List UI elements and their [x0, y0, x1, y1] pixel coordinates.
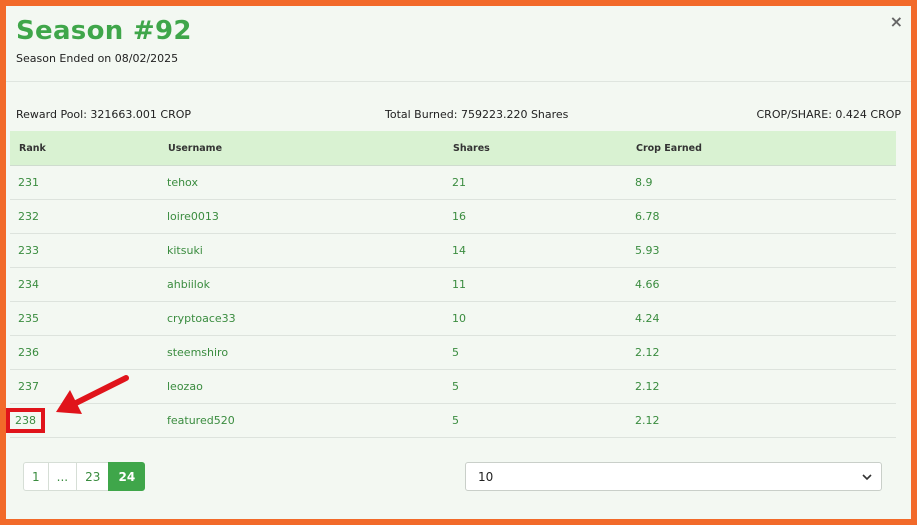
username-cell: cryptoace33 [159, 301, 444, 336]
page-23-button[interactable]: 23 [76, 462, 110, 491]
crop-earned-cell: 2.12 [627, 369, 896, 404]
highlighted-rank: 238 [6, 408, 45, 433]
rank-cell: 234 [10, 267, 159, 302]
season-summary: Reward Pool: 321663.001 CROP Total Burne… [16, 108, 901, 122]
shares-cell: 10 [444, 301, 627, 336]
username-cell: tehox [159, 165, 444, 200]
crop-earned-cell: 2.12 [627, 335, 896, 370]
crop-earned-cell: 8.9 [627, 165, 896, 200]
table-row: 231 tehox 21 8.9 [10, 165, 896, 200]
header-shares[interactable]: Shares [444, 131, 627, 166]
page-size-value: 10 [478, 469, 494, 484]
crop-earned-cell: 6.78 [627, 199, 896, 234]
rank-cell: 232 [10, 199, 159, 234]
page-24-button[interactable]: 24 [108, 462, 146, 491]
page-ellipsis: ... [47, 462, 78, 491]
table-row: 233 kitsuki 14 5.93 [10, 233, 896, 268]
crop-per-share: CROP/SHARE: 0.424 CROP [756, 108, 902, 121]
table-row: 238 featured520 5 2.12 [6, 403, 896, 438]
username-cell: loire0013 [159, 199, 444, 234]
username-cell: ahbiilok [159, 267, 444, 302]
season-end-date: Season Ended on 08/02/2025 [16, 52, 179, 65]
modal-header: Season #92 Season Ended on 08/02/2025 × [6, 6, 911, 82]
page-1-button[interactable]: 1 [23, 462, 49, 491]
table-row: 237 leozao 5 2.12 [10, 369, 896, 404]
rank-cell: 236 [10, 335, 159, 370]
rank-cell: 233 [10, 233, 159, 268]
shares-cell: 14 [444, 233, 627, 268]
crop-earned-cell: 2.12 [627, 403, 896, 438]
shares-cell: 16 [444, 199, 627, 234]
shares-cell: 5 [444, 403, 627, 438]
shares-cell: 5 [444, 335, 627, 370]
table-row: 234 ahbiilok 11 4.66 [10, 267, 896, 302]
red-arrow-icon [56, 375, 129, 414]
rank-cell: 235 [10, 301, 159, 336]
shares-cell: 11 [444, 267, 627, 302]
crop-earned-cell: 4.24 [627, 301, 896, 336]
reward-pool: Reward Pool: 321663.001 CROP [16, 108, 192, 121]
table-header-row: Rank Username Shares Crop Earned [10, 131, 896, 166]
header-username[interactable]: Username [159, 131, 444, 166]
page-size-select[interactable]: 10 [465, 462, 882, 491]
table-row: 236 steemshiro 5 2.12 [10, 335, 896, 370]
modal-title: Season #92 [16, 16, 192, 46]
table-row: 232 loire0013 16 6.78 [10, 199, 896, 234]
username-cell: kitsuki [159, 233, 444, 268]
username-cell: steemshiro [159, 335, 444, 370]
leaderboard-table: Rank Username Shares Crop Earned 231 teh… [6, 131, 896, 438]
chevron-down-icon [862, 474, 872, 481]
pagination: 1 ... 23 24 [23, 462, 146, 491]
close-icon[interactable]: × [890, 14, 903, 30]
header-crop-earned[interactable]: Crop Earned [627, 131, 896, 166]
header-rank[interactable]: Rank [10, 131, 159, 166]
crop-earned-cell: 4.66 [627, 267, 896, 302]
crop-earned-cell: 5.93 [627, 233, 896, 268]
table-row: 235 cryptoace33 10 4.24 [10, 301, 896, 336]
shares-cell: 21 [444, 165, 627, 200]
username-cell: leozao [159, 369, 444, 404]
shares-cell: 5 [444, 369, 627, 404]
rank-cell: 231 [10, 165, 159, 200]
total-burned: Total Burned: 759223.220 Shares [385, 108, 569, 121]
username-cell: featured520 [159, 403, 444, 438]
